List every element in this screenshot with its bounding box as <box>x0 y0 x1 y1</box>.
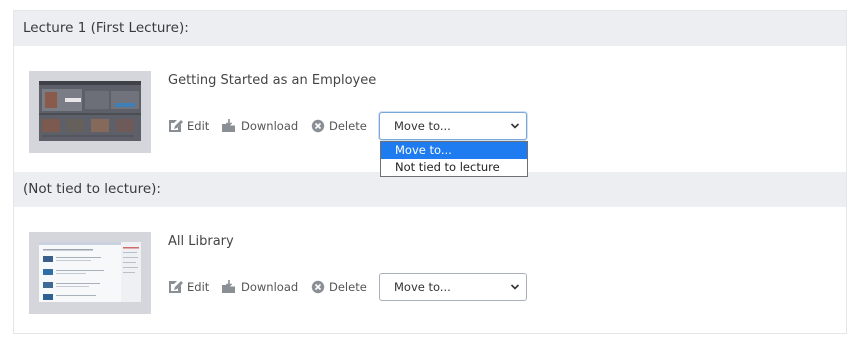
delete-icon <box>311 280 325 294</box>
delete-label: Delete <box>329 119 367 133</box>
edit-label: Edit <box>187 119 210 133</box>
edit-icon <box>169 120 183 132</box>
edit-button[interactable]: Edit <box>168 119 209 133</box>
download-label: Download <box>241 280 299 294</box>
move-to-dropdown-list: Move to... Not tied to lecture <box>380 141 528 177</box>
library-thumbnail[interactable] <box>29 232 151 314</box>
move-to-select[interactable]: Move to... <box>379 112 527 140</box>
delete-button[interactable]: Delete <box>311 280 367 294</box>
section-header-not-tied: (Not tied to lecture): <box>14 172 846 207</box>
download-icon <box>222 280 235 293</box>
library-thumbnail-image <box>39 242 141 302</box>
item-title[interactable]: Getting Started as an Employee <box>168 73 376 88</box>
delete-label: Delete <box>329 280 367 294</box>
move-to-select-value: Move to... <box>394 280 451 294</box>
video-thumbnail[interactable] <box>29 71 151 153</box>
edit-button[interactable]: Edit <box>168 280 209 294</box>
edit-icon <box>169 281 183 293</box>
chevron-down-icon <box>510 123 520 129</box>
item-title[interactable]: All Library <box>168 234 234 249</box>
download-button[interactable]: Download <box>221 280 298 294</box>
section-header-lecture-1: Lecture 1 (First Lecture): <box>14 11 846 46</box>
download-button[interactable]: Download <box>221 119 298 133</box>
video-thumbnail-image <box>39 81 141 141</box>
option-not-tied-to-lecture[interactable]: Not tied to lecture <box>381 159 527 176</box>
chevron-down-icon <box>510 284 520 290</box>
delete-icon <box>311 119 325 133</box>
option-move-to[interactable]: Move to... <box>381 142 527 159</box>
edit-label: Edit <box>187 280 210 294</box>
download-label: Download <box>241 119 299 133</box>
move-to-select-value: Move to... <box>394 119 451 133</box>
download-icon <box>222 119 235 132</box>
delete-button[interactable]: Delete <box>311 119 367 133</box>
materials-panel: Lecture 1 (First Lecture): Getting Start… <box>13 10 847 334</box>
move-to-select[interactable]: Move to... <box>379 273 527 301</box>
